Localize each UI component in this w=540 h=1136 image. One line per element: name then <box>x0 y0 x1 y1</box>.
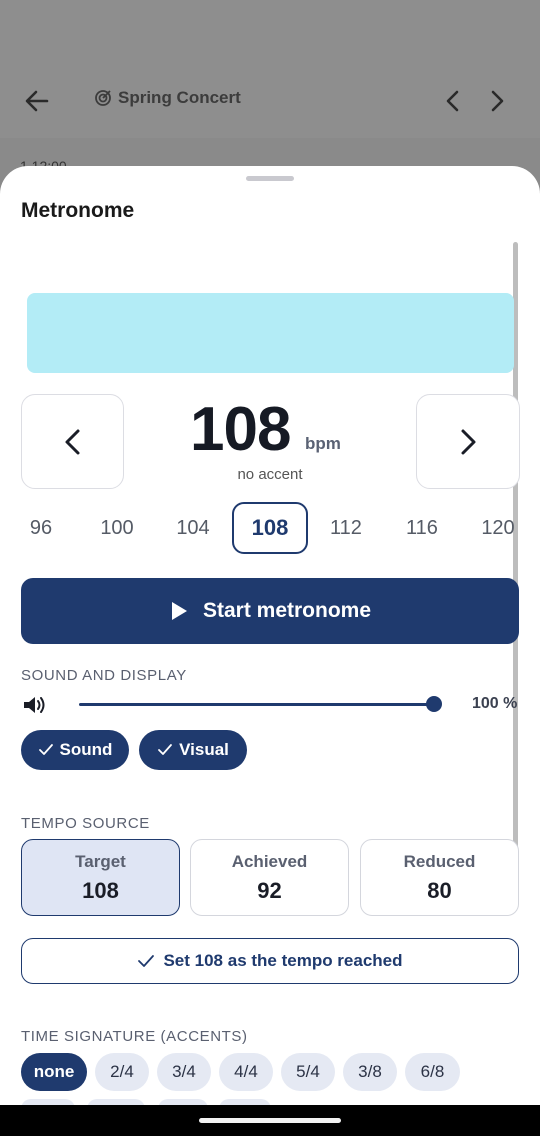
play-icon <box>171 602 187 620</box>
visual-chip-label: Visual <box>179 740 229 759</box>
tempo-option[interactable]: 96 <box>3 502 79 554</box>
back-arrow-icon[interactable] <box>22 86 52 116</box>
sheet-drag-handle[interactable] <box>246 176 294 181</box>
home-indicator[interactable] <box>199 1118 341 1123</box>
source-value: 92 <box>257 878 282 903</box>
time-signature-option[interactable]: 3/4 <box>157 1053 211 1091</box>
source-value: 108 <box>82 878 119 903</box>
start-metronome-label: Start metronome <box>202 599 372 622</box>
sheet-title: Metronome <box>21 199 135 222</box>
tempo-option-selected[interactable]: 108 <box>232 502 308 554</box>
increase-tempo-button[interactable] <box>416 394 520 489</box>
start-metronome-button[interactable]: Start metronome <box>21 578 519 644</box>
tempo-source-reduced[interactable]: Reduced 80 <box>360 839 519 916</box>
tempo-option[interactable]: 120 <box>460 502 536 554</box>
tempo-option[interactable]: 100 <box>79 502 155 554</box>
chevron-right-icon <box>461 429 476 454</box>
sound-display-heading: SOUND AND DISPLAY <box>21 667 187 684</box>
time-signature-option[interactable]: 5/4 <box>281 1053 335 1091</box>
check-icon <box>138 955 155 967</box>
tempo-source-achieved[interactable]: Achieved 92 <box>190 839 349 916</box>
sound-toggle-chip[interactable]: Sound <box>21 730 129 770</box>
app-bar: Spring Concert <box>0 0 540 138</box>
system-nav-bar <box>0 1105 540 1136</box>
previous-icon[interactable] <box>440 86 466 116</box>
source-value: 80 <box>427 878 452 903</box>
sound-chip-label: Sound <box>59 740 113 759</box>
tempo-option[interactable]: 112 <box>308 502 384 554</box>
check-icon <box>38 744 53 755</box>
time-signature-heading: TIME SIGNATURE (ACCENTS) <box>21 1028 248 1045</box>
time-signature-option[interactable]: 4/4 <box>219 1053 273 1091</box>
source-label: Achieved <box>231 852 308 871</box>
tempo-source-heading: TEMPO SOURCE <box>21 815 150 832</box>
next-icon[interactable] <box>484 86 510 116</box>
app-title-text: Spring Concert <box>118 88 241 107</box>
bpm-value: 108 <box>190 395 291 464</box>
check-icon <box>158 744 173 755</box>
volume-percent: 100 % <box>472 695 518 712</box>
time-signature-none[interactable]: none <box>21 1053 87 1091</box>
time-signature-option[interactable]: 3/8 <box>343 1053 397 1091</box>
tempo-option[interactable]: 116 <box>384 502 460 554</box>
tempo-source-target[interactable]: Target 108 <box>21 839 180 916</box>
app-title: Spring Concert <box>94 88 241 108</box>
bpm-unit: bpm <box>305 434 341 453</box>
metronome-sheet: Metronome 108 bpm no accent 96 100 104 1… <box>0 166 540 1106</box>
volume-slider-thumb[interactable] <box>426 696 442 712</box>
source-label: Target <box>75 852 126 871</box>
visual-toggle-chip[interactable]: Visual <box>139 730 247 770</box>
time-signature-option[interactable]: 2/4 <box>95 1053 149 1091</box>
target-icon <box>95 90 111 106</box>
set-tempo-reached-label: Set 108 as the tempo reached <box>163 951 403 970</box>
time-signature-option[interactable]: 6/8 <box>405 1053 460 1091</box>
volume-icon[interactable] <box>22 694 48 716</box>
visual-flash-indicator <box>27 293 514 373</box>
volume-slider-track[interactable] <box>79 703 434 706</box>
source-label: Reduced <box>403 852 476 871</box>
set-tempo-reached-button[interactable]: Set 108 as the tempo reached <box>21 938 519 984</box>
tempo-option[interactable]: 104 <box>155 502 231 554</box>
tempo-picker[interactable]: 96 100 104 108 112 116 120 <box>0 502 520 554</box>
chevron-left-icon <box>65 429 79 454</box>
